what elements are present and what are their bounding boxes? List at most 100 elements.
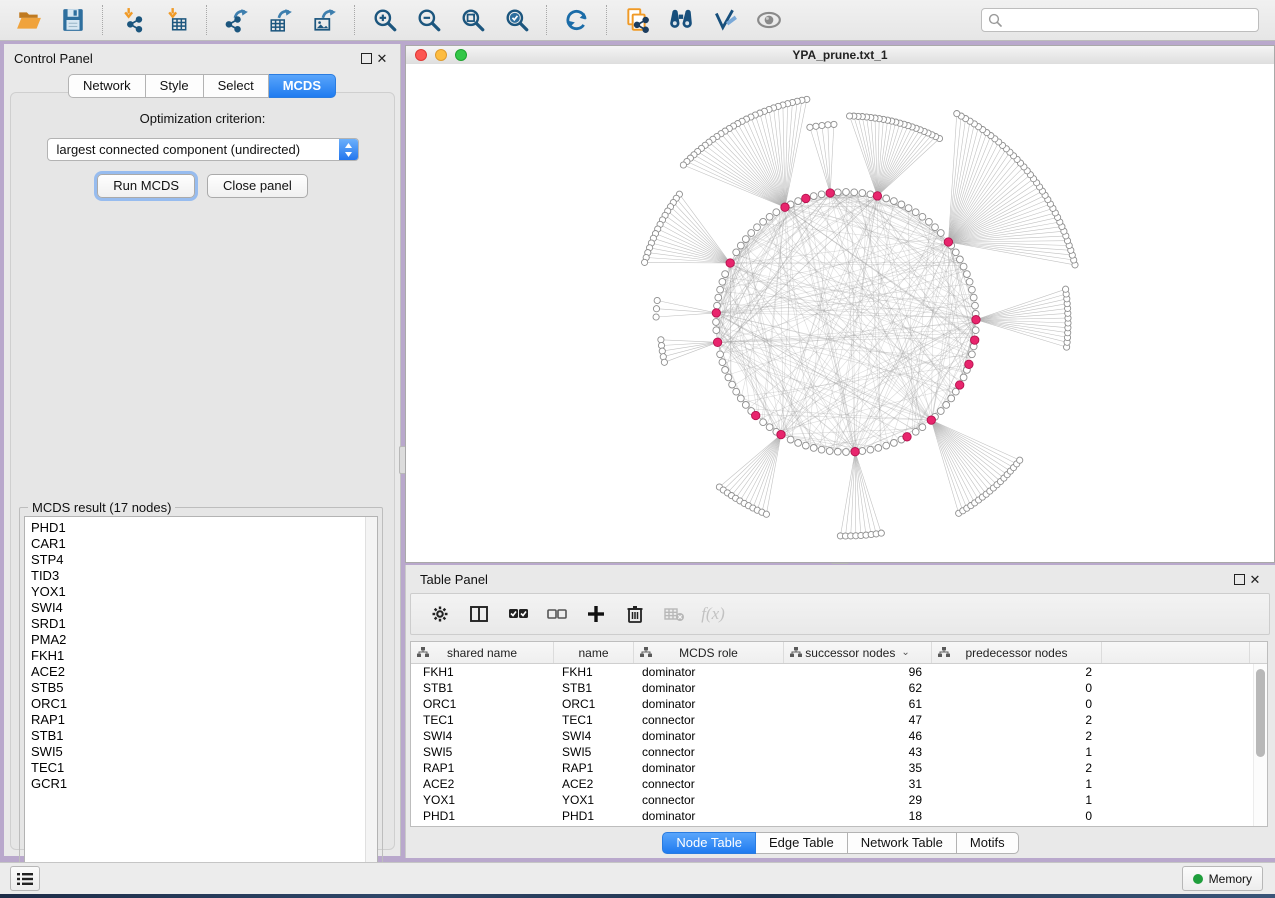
mcds-result-item[interactable]: CAR1 <box>31 536 377 552</box>
mcds-result-item[interactable]: FKH1 <box>31 648 377 664</box>
table-panel-close-icon[interactable]: ✕ <box>1247 571 1263 587</box>
cell-MCDS-role: connector <box>634 745 784 759</box>
delete-columns-icon[interactable] <box>620 599 650 629</box>
add-column-icon[interactable] <box>581 599 611 629</box>
table-panel-float-icon[interactable] <box>1231 571 1247 587</box>
clone-network-icon[interactable] <box>622 5 652 35</box>
table-row[interactable]: STB1STB1dominator620 <box>411 680 1267 696</box>
mcds-result-list[interactable]: PHD1CAR1STP4TID3YOX1SWI4SRD1PMA2FKH1ACE2… <box>24 516 378 870</box>
import-table-icon[interactable] <box>162 5 192 35</box>
tab-network-table[interactable]: Network Table <box>848 832 957 854</box>
network-view-window: YPA_prune.txt_1 <box>405 45 1275 563</box>
tab-edge-table[interactable]: Edge Table <box>756 832 848 854</box>
task-history-button[interactable] <box>10 866 40 891</box>
select-all-icon[interactable] <box>503 599 533 629</box>
table-row[interactable]: TEC1TEC1connector472 <box>411 712 1267 728</box>
zoom-in-icon[interactable] <box>370 5 400 35</box>
mcds-result-item[interactable]: TID3 <box>31 568 377 584</box>
network-canvas[interactable] <box>406 64 1274 562</box>
import-network-icon[interactable] <box>118 5 148 35</box>
run-mcds-button[interactable]: Run MCDS <box>97 174 195 198</box>
cell-predecessor-nodes: 0 <box>932 697 1102 711</box>
cell-name: RAP1 <box>554 761 634 775</box>
unselect-all-icon[interactable] <box>542 599 572 629</box>
show-columns-icon[interactable] <box>464 599 494 629</box>
tab-network[interactable]: Network <box>68 74 146 98</box>
table-row[interactable]: SWI4SWI4dominator462 <box>411 728 1267 744</box>
tab-select[interactable]: Select <box>204 74 269 98</box>
memory-status-dot <box>1193 874 1203 884</box>
cell-shared-name: RAP1 <box>411 761 554 775</box>
zoom-selected-icon[interactable] <box>502 5 532 35</box>
close-panel-button[interactable]: Close panel <box>207 174 308 198</box>
mcds-result-item[interactable]: ACE2 <box>31 664 377 680</box>
table-scrollbar-thumb[interactable] <box>1256 669 1265 757</box>
tab-motifs[interactable]: Motifs <box>957 832 1019 854</box>
search-input[interactable] <box>981 8 1259 32</box>
mcds-result-scrollbar[interactable] <box>365 517 377 869</box>
cell-shared-name: SWI5 <box>411 745 554 759</box>
mcds-result-item[interactable]: TEC1 <box>31 760 377 776</box>
tab-mcds[interactable]: MCDS <box>269 74 336 98</box>
cell-MCDS-role: dominator <box>634 665 784 679</box>
export-network-icon[interactable] <box>222 5 252 35</box>
cell-shared-name: YOX1 <box>411 793 554 807</box>
sort-desc-icon: ⌄ <box>901 647 909 658</box>
network-window-titlebar[interactable]: YPA_prune.txt_1 <box>406 46 1274 65</box>
table-row[interactable]: PHD1PHD1dominator180 <box>411 808 1267 824</box>
mcds-result-item[interactable]: ORC1 <box>31 696 377 712</box>
column-header-shared-name[interactable]: shared name <box>411 642 554 663</box>
mcds-result-item[interactable]: PHD1 <box>31 520 377 536</box>
list-icon <box>17 872 33 886</box>
table-row[interactable]: ORC1ORC1dominator610 <box>411 696 1267 712</box>
mcds-result-item[interactable]: STB1 <box>31 728 377 744</box>
open-session-icon[interactable] <box>14 5 44 35</box>
mcds-result-item[interactable]: RAP1 <box>31 712 377 728</box>
table-row[interactable]: FKH1FKH1dominator962 <box>411 664 1267 680</box>
refresh-icon[interactable] <box>562 5 592 35</box>
control-panel-close-icon[interactable]: ✕ <box>374 50 390 66</box>
export-image-icon[interactable] <box>310 5 340 35</box>
main-toolbar <box>0 0 1275 41</box>
column-header-name[interactable]: name <box>554 642 634 663</box>
mcds-result-item[interactable]: STB5 <box>31 680 377 696</box>
control-panel-float-icon[interactable] <box>358 50 374 66</box>
tab-style[interactable]: Style <box>146 74 204 98</box>
cell-MCDS-role: dominator <box>634 809 784 823</box>
mcds-result-item[interactable]: YOX1 <box>31 584 377 600</box>
memory-button[interactable]: Memory <box>1182 866 1263 891</box>
table-panel-title: Table Panel <box>420 572 1231 587</box>
mcds-result-item[interactable]: SRD1 <box>31 616 377 632</box>
zoom-fit-icon[interactable] <box>458 5 488 35</box>
save-session-icon[interactable] <box>58 5 88 35</box>
mcds-result-item[interactable]: SWI5 <box>31 744 377 760</box>
mcds-result-item[interactable]: SWI4 <box>31 600 377 616</box>
export-table-icon[interactable] <box>266 5 296 35</box>
cell-predecessor-nodes: 2 <box>932 729 1102 743</box>
table-row[interactable]: SWI5SWI5connector431 <box>411 744 1267 760</box>
graphics-details-icon[interactable] <box>754 5 784 35</box>
cell-MCDS-role: dominator <box>634 681 784 695</box>
column-header-predecessor-nodes[interactable]: predecessor nodes <box>932 642 1102 663</box>
mcds-result-group: MCDS result (17 nodes) PHD1CAR1STP4TID3Y… <box>19 507 383 877</box>
table-row[interactable]: YOX1YOX1connector291 <box>411 792 1267 808</box>
optimization-criterion-select[interactable]: largest connected component (undirected) <box>47 138 359 161</box>
function-builder-icon: f(x) <box>698 599 728 629</box>
cell-name: FKH1 <box>554 665 634 679</box>
mcds-result-item[interactable]: GCR1 <box>31 776 377 792</box>
cell-predecessor-nodes: 0 <box>932 681 1102 695</box>
table-mode-gear-icon[interactable] <box>425 599 455 629</box>
find-binoculars-icon[interactable] <box>666 5 696 35</box>
table-scrollbar-track[interactable] <box>1253 664 1267 826</box>
mcds-result-item[interactable]: STP4 <box>31 552 377 568</box>
table-row[interactable]: RAP1RAP1dominator352 <box>411 760 1267 776</box>
label-visibility-icon[interactable] <box>710 5 740 35</box>
tab-node-table[interactable]: Node Table <box>662 832 756 854</box>
column-header-successor-nodes[interactable]: successor nodes⌄ <box>784 642 932 663</box>
column-header-MCDS-role[interactable]: MCDS role <box>634 642 784 663</box>
cell-shared-name: FKH1 <box>411 665 554 679</box>
mcds-result-item[interactable]: PMA2 <box>31 632 377 648</box>
table-row[interactable]: ACE2ACE2connector311 <box>411 776 1267 792</box>
mcds-result-title: MCDS result (17 nodes) <box>28 500 175 515</box>
zoom-out-icon[interactable] <box>414 5 444 35</box>
